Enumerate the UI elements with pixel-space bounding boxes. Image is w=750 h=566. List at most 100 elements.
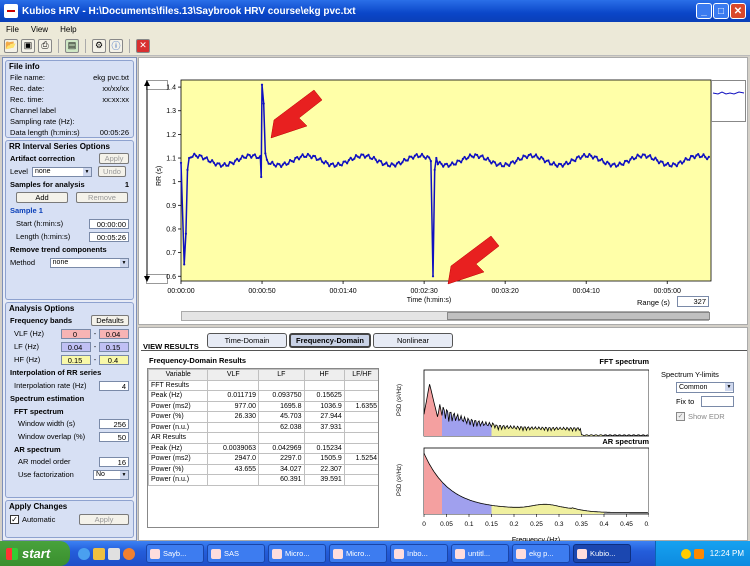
rr-point [693, 157, 696, 160]
table-row: AR Results [148, 432, 378, 444]
table-row: Power (%) 26.330 45.703 27.944 [148, 411, 378, 423]
task-untitled[interactable]: untitl... [451, 544, 509, 563]
task-sas[interactable]: SAS [207, 544, 265, 563]
rr-point [595, 155, 598, 158]
tab-time-domain[interactable]: Time-Domain [207, 333, 287, 348]
artifact-apply-button[interactable]: Apply [99, 153, 129, 164]
rr-point [183, 263, 186, 266]
export-icon[interactable]: ▤ [65, 38, 79, 53]
task-kubios[interactable]: Kubio... [573, 544, 631, 563]
interpolation-field[interactable]: 4 [99, 380, 129, 391]
task-ekg[interactable]: ekg p... [512, 544, 570, 563]
table-cell [343, 463, 378, 475]
menu-file[interactable]: File [6, 25, 19, 34]
hf-high-field[interactable]: 0.4 [99, 354, 129, 365]
rr-point [184, 232, 187, 235]
ar-spectrum-title: AR spectrum [602, 437, 649, 446]
rr-point [463, 155, 466, 159]
undo-button[interactable]: Undo [98, 166, 126, 177]
x-tick-label: 00:00:00 [167, 288, 194, 295]
menu-view[interactable]: View [31, 25, 48, 34]
toolbar-divider [58, 38, 59, 53]
task-inbox[interactable]: Inbo... [390, 544, 448, 563]
rr-point [403, 157, 406, 161]
rr-point [609, 165, 612, 168]
length-field[interactable]: 00:05:26 [89, 231, 129, 242]
spectrum-header: Spectrum estimation [10, 394, 85, 403]
rr-point [363, 156, 367, 159]
rr-point [608, 162, 611, 165]
rr-point [374, 158, 377, 161]
scrollbar-thumb[interactable] [447, 312, 710, 320]
toolbar-divider [129, 38, 130, 53]
show-edr-checkbox[interactable]: ✓ [676, 412, 685, 421]
column-header: LF/HF [343, 369, 378, 381]
rr-point [195, 154, 198, 157]
apply-changes-button[interactable]: Apply [79, 513, 129, 525]
menu-help[interactable]: Help [60, 25, 76, 34]
file-name-row: File name: ekg pvc.txt [10, 73, 129, 82]
rr-point [191, 155, 194, 158]
desktop-icon[interactable] [108, 547, 120, 560]
rr-point [221, 164, 224, 167]
open-folder-icon[interactable]: 📂 [4, 38, 18, 53]
rec-time-row: Rec. time: xx:xx:xx [10, 95, 129, 104]
rr-point [321, 160, 324, 163]
start-field[interactable]: 00:00:00 [89, 218, 129, 229]
automatic-checkbox[interactable]: ✓ [10, 514, 19, 524]
freq-tick-label: 0.45 [620, 521, 633, 528]
maximize-button[interactable]: □ [713, 3, 729, 19]
rr-point [481, 154, 484, 157]
task-microsoft-1[interactable]: Micro... [268, 544, 326, 563]
rr-point [200, 154, 203, 157]
defaults-button[interactable]: Defaults [91, 315, 129, 326]
lf-high-field[interactable]: 0.15 [99, 341, 129, 352]
ylimits-select[interactable]: Common [676, 382, 734, 393]
window-overlap-field[interactable]: 50 [99, 431, 129, 442]
spectrum-charts: FFT spectrum AR spectrum PSD (s²/Hz) PSD… [397, 357, 649, 544]
remove-sample-button[interactable]: Remove [76, 192, 128, 203]
window-width-field[interactable]: 256 [99, 418, 129, 429]
explorer-icon[interactable] [93, 547, 105, 560]
task-saybrook[interactable]: Sayb... [146, 544, 204, 563]
rr-overview-thumbnail[interactable] [711, 80, 746, 122]
exit-icon[interactable]: ✕ [136, 38, 150, 53]
tab-nonlinear[interactable]: Nonlinear [373, 333, 453, 348]
task-microsoft-2[interactable]: Micro... [329, 544, 387, 563]
hf-low-field[interactable]: 0.15 [61, 354, 91, 365]
save-icon[interactable]: ▣ [21, 38, 35, 53]
print-icon[interactable]: ⎙ [38, 38, 52, 53]
method-select[interactable]: none [49, 257, 129, 268]
ar-order-field[interactable]: 16 [99, 456, 129, 467]
range-field[interactable]: 327 [677, 296, 709, 307]
factorization-select[interactable]: No [93, 469, 129, 480]
table-cell: Power (ms2) [148, 400, 209, 412]
add-sample-button[interactable]: Add [16, 192, 68, 203]
info-icon[interactable]: ⓘ [109, 38, 123, 53]
table-row: Power (ms2) 977.00 1695.8 1036.9 1.6355 [148, 400, 378, 412]
rr-point [476, 153, 479, 157]
fix-to-field[interactable] [701, 396, 734, 407]
vlf-low-field[interactable]: 0 [61, 328, 91, 339]
rr-point [451, 161, 454, 164]
tab-frequency-domain[interactable]: Frequency-Domain [289, 333, 371, 348]
rr-point [484, 158, 488, 161]
rr-point [556, 165, 559, 168]
tray-icon[interactable] [693, 548, 704, 559]
lf-low-field[interactable]: 0.04 [61, 341, 91, 352]
firefox-icon[interactable] [123, 547, 135, 560]
close-button[interactable]: ✕ [730, 3, 746, 19]
ie-icon[interactable] [78, 547, 90, 560]
table-cell: 1695.8 [258, 400, 305, 412]
minimize-button[interactable]: _ [696, 3, 712, 19]
time-scrollbar[interactable] [181, 311, 710, 321]
start-button[interactable]: start [0, 541, 70, 566]
rr-point [250, 156, 253, 159]
rr-point [515, 159, 518, 163]
tray-icon[interactable] [680, 548, 691, 559]
vlf-high-field[interactable]: 0.04 [99, 328, 129, 339]
settings-icon[interactable]: ⚙ [92, 38, 106, 53]
rr-point [458, 159, 461, 162]
level-select[interactable]: none [32, 166, 92, 177]
rr-point [682, 160, 686, 163]
